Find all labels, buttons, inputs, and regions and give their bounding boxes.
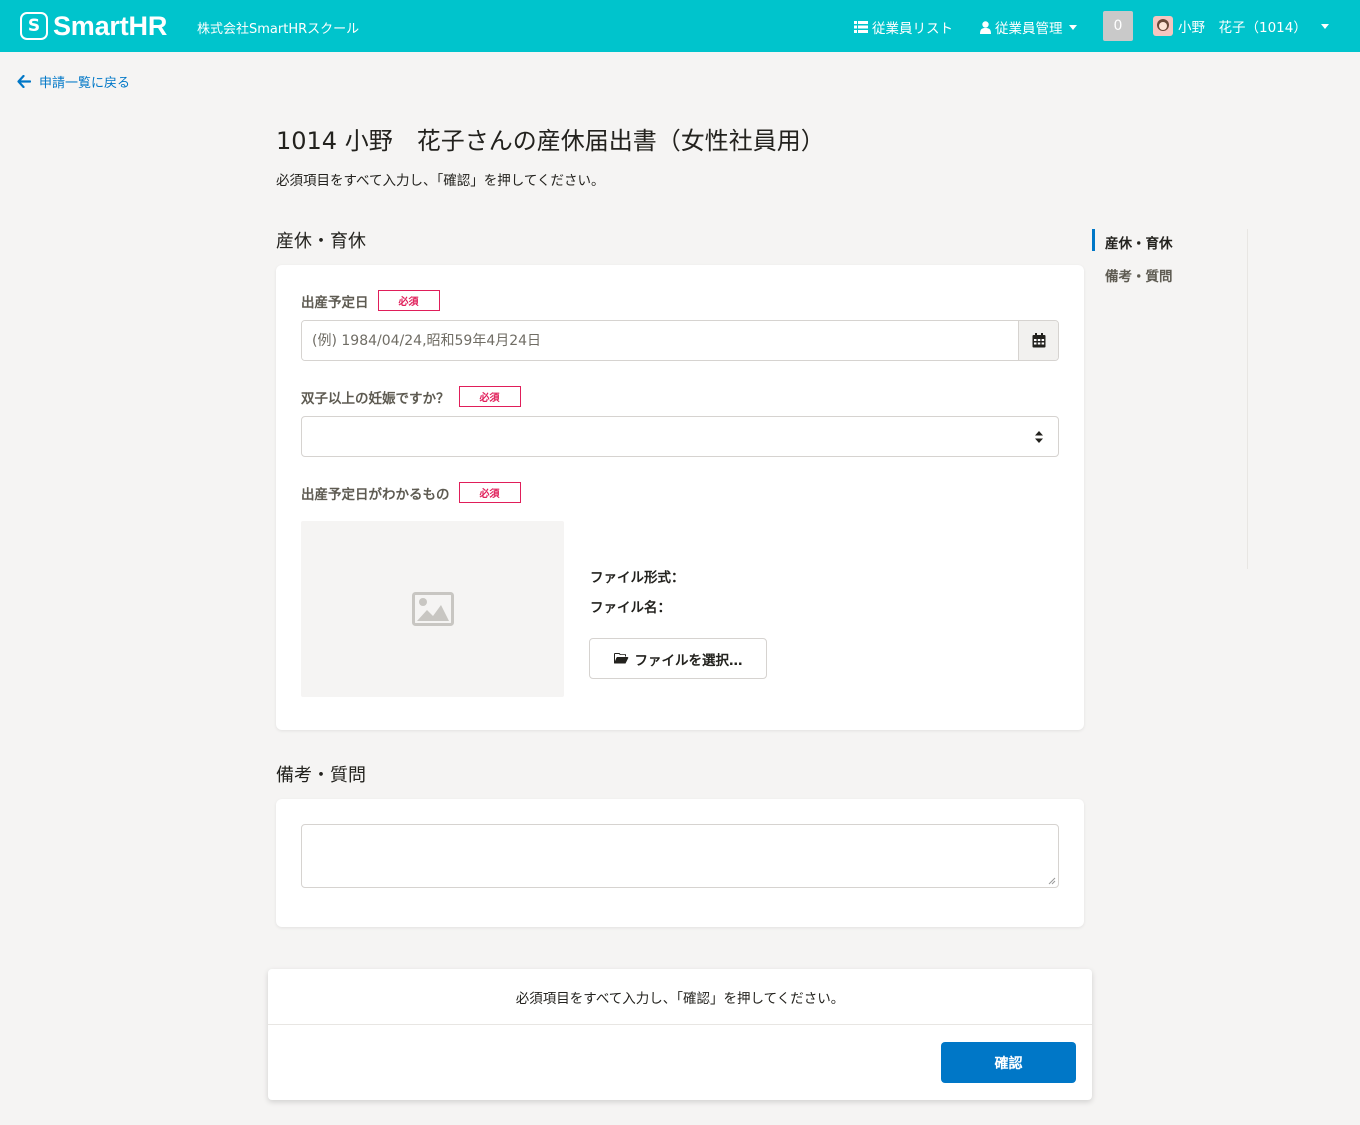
- user-icon: [980, 20, 991, 34]
- calendar-button[interactable]: [1018, 321, 1058, 360]
- logo-text: SmartHR: [53, 10, 168, 41]
- resize-handle-icon[interactable]: [1048, 877, 1056, 885]
- notification-badge[interactable]: 0: [1103, 11, 1133, 41]
- notes-textarea[interactable]: [301, 824, 1059, 888]
- image-preview: [301, 521, 564, 697]
- due-date-input[interactable]: [302, 321, 1018, 360]
- choose-file-label: ファイルを選択…: [634, 652, 743, 669]
- company-name: 株式会社SmartHRスクール: [197, 22, 360, 37]
- top-header: S SmartHR 株式会社SmartHRスクール 従業員リスト 従業員管理 0…: [0, 0, 1360, 52]
- section-title-notes: 備考・質問: [276, 765, 366, 786]
- arrow-left-icon: [17, 75, 31, 88]
- due-date-field: [301, 320, 1059, 361]
- image-icon: [411, 592, 454, 626]
- back-link-label: 申請一覧に戻る: [39, 76, 131, 91]
- proof-label-text: 出産予定日がわかるもの: [301, 486, 450, 503]
- section-nav: 産休・育休 備考・質問: [1092, 229, 1248, 569]
- nav-employee-manage-label: 従業員管理: [995, 21, 1063, 37]
- choose-file-button[interactable]: ファイルを選択…: [589, 638, 767, 679]
- back-to-list-link[interactable]: 申請一覧に戻る: [17, 72, 130, 91]
- chevron-down-icon: [1068, 24, 1077, 30]
- twins-label: 双子以上の妊娠ですか？ 必須: [301, 386, 521, 407]
- smarthr-logo[interactable]: S SmartHR: [20, 11, 167, 41]
- nav-employee-list-label: 従業員リスト: [872, 21, 953, 37]
- required-badge: 必須: [458, 482, 521, 503]
- due-date-label-text: 出産予定日: [301, 294, 369, 311]
- proof-document-label: 出産予定日がわかるもの 必須: [301, 482, 521, 503]
- section-nav-item-leave[interactable]: 産休・育休: [1105, 232, 1173, 252]
- section-nav-item-notes[interactable]: 備考・質問: [1105, 265, 1173, 285]
- footer-message: 必須項目をすべて入力し、「確認」を押してください。: [268, 969, 1092, 1025]
- sort-icon: [1035, 431, 1043, 443]
- twins-label-text: 双子以上の妊娠ですか？: [301, 390, 450, 407]
- notes-section-card: [276, 799, 1084, 927]
- active-indicator: [1092, 229, 1095, 251]
- calendar-icon: [1032, 333, 1045, 348]
- page-description: 必須項目をすべて入力し、「確認」を押してください。: [276, 173, 605, 189]
- folder-open-icon: [613, 653, 628, 664]
- logo-icon: S: [20, 12, 48, 40]
- page-title: 1014 小野 花子さんの産休届出書（女性社員用）: [276, 127, 825, 155]
- nav-employee-manage[interactable]: 従業員管理: [980, 17, 1077, 37]
- chevron-down-icon: [1320, 23, 1329, 29]
- nav-employee-list[interactable]: 従業員リスト: [854, 17, 953, 37]
- user-name: 小野 花子（1014）: [1178, 20, 1307, 36]
- user-menu[interactable]: 小野 花子（1014）: [1153, 16, 1329, 36]
- list-icon: [854, 21, 868, 33]
- twins-select[interactable]: [301, 416, 1059, 457]
- required-badge: 必須: [377, 290, 440, 311]
- due-date-label: 出産予定日 必須: [301, 290, 440, 311]
- section-title-leave: 産休・育休: [276, 231, 366, 252]
- required-badge: 必須: [458, 386, 521, 407]
- confirm-footer: 必須項目をすべて入力し、「確認」を押してください。 確認: [268, 969, 1092, 1100]
- leave-section-card: 出産予定日 必須 双子以上の妊娠ですか？ 必須 出産予定日がわかるもの 必須: [276, 265, 1084, 730]
- file-name-label: ファイル名：: [590, 600, 671, 616]
- avatar: [1153, 16, 1173, 36]
- confirm-button[interactable]: 確認: [941, 1042, 1076, 1083]
- file-format-label: ファイル形式：: [590, 570, 685, 586]
